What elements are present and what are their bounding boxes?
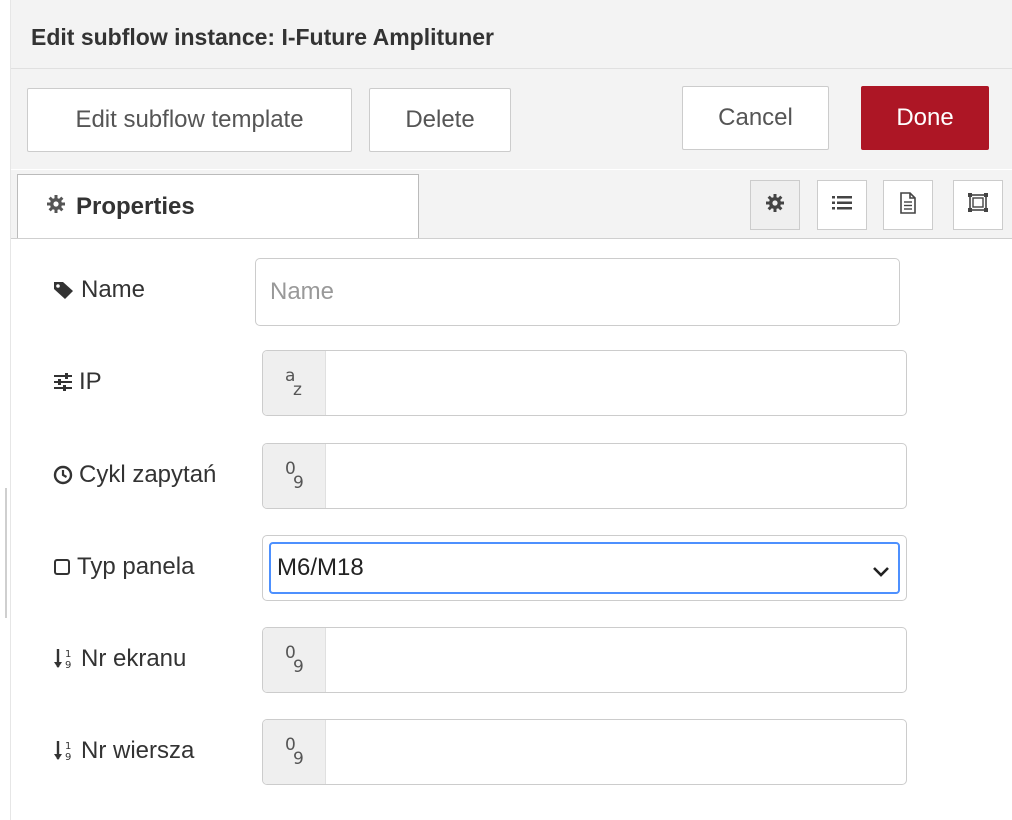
gear-icon [46,193,66,221]
tab-description-button[interactable] [817,180,867,230]
tray-toolbar: Edit subflow template Delete Cancel Done [11,69,1012,169]
svg-text:1: 1 [65,649,71,660]
number-type-selector[interactable]: 0 9 [263,628,326,692]
sort-numeric-icon: 19 [53,647,75,671]
square-icon [53,558,71,576]
panel-type-select-box[interactable]: M6/M18 [269,542,900,594]
sort-numeric-icon: 19 [53,739,75,763]
delete-button[interactable]: Delete [369,88,511,152]
svg-text:9: 9 [65,752,71,763]
svg-text:9: 9 [65,660,71,671]
name-label-group: Name [53,276,145,304]
number-type-icon: 0 9 [285,459,304,493]
form-row-row-no: 19 Nr wiersza 0 9 [11,719,1012,787]
cycle-label-group: Cykl zapytań [53,461,216,489]
cancel-button[interactable]: Cancel [682,86,829,150]
panel-type-select[interactable]: M6/M18 [262,535,907,601]
done-button[interactable]: Done [861,86,989,150]
frame-icon [966,192,990,219]
sliders-icon [53,372,73,392]
tray-title: Edit subflow instance: I-Future Amplitun… [31,24,494,50]
string-type-selector[interactable]: a z [263,351,326,415]
cycle-typed-input[interactable]: 0 9 [262,443,907,509]
form-row-cycle: Cykl zapytań 0 9 [11,443,1012,511]
svg-text:1: 1 [65,741,71,752]
ip-typed-input[interactable]: a z [262,350,907,416]
edit-subflow-template-button[interactable]: Edit subflow template [27,88,352,152]
number-type-selector[interactable]: 0 9 [263,720,326,784]
form-row-screen-no: 19 Nr ekranu 0 9 [11,627,1012,695]
panel-type-selected-value: M6/M18 [277,554,364,581]
document-icon [899,191,917,219]
name-label: Name [81,276,146,303]
panel-type-label-group: Typ panela [53,553,194,581]
list-icon [831,193,853,218]
form-row-name: Name Name [11,258,1012,326]
chevron-down-icon [872,558,890,586]
ip-label-group: IP [53,368,102,396]
tab-info-button[interactable] [883,180,933,230]
row-no-typed-input[interactable]: 0 9 [262,719,907,785]
row-no-label: Nr wiersza [81,737,195,764]
tray-header: Edit subflow instance: I-Future Amplitun… [11,0,1012,69]
string-type-icon: a z [285,366,302,400]
ip-label: IP [79,368,102,395]
number-type-selector[interactable]: 0 9 [263,444,326,508]
editor-left-border [0,0,11,820]
clock-icon [53,465,73,485]
screen-no-label-group: 19 Nr ekranu [53,645,186,673]
resize-handle[interactable] [5,488,7,618]
tab-settings-button[interactable] [750,180,800,230]
tab-properties-label: Properties [76,192,195,220]
panel-type-label: Typ panela [77,553,195,580]
number-type-icon: 0 9 [285,735,304,769]
form-row-ip: IP a z [11,350,1012,418]
tab-properties[interactable]: Properties [17,174,419,238]
tag-icon [53,280,75,300]
tab-bar: Properties [11,170,1012,239]
tab-appearance-button[interactable] [953,180,1003,230]
name-input[interactable]: Name [255,258,900,326]
cycle-label: Cykl zapytań [79,461,217,488]
form-row-panel-type: Typ panela M6/M18 [11,535,1012,603]
gear-icon [765,193,785,218]
screen-no-label: Nr ekranu [81,645,187,672]
number-type-icon: 0 9 [285,643,304,677]
row-no-label-group: 19 Nr wiersza [53,737,194,765]
screen-no-typed-input[interactable]: 0 9 [262,627,907,693]
